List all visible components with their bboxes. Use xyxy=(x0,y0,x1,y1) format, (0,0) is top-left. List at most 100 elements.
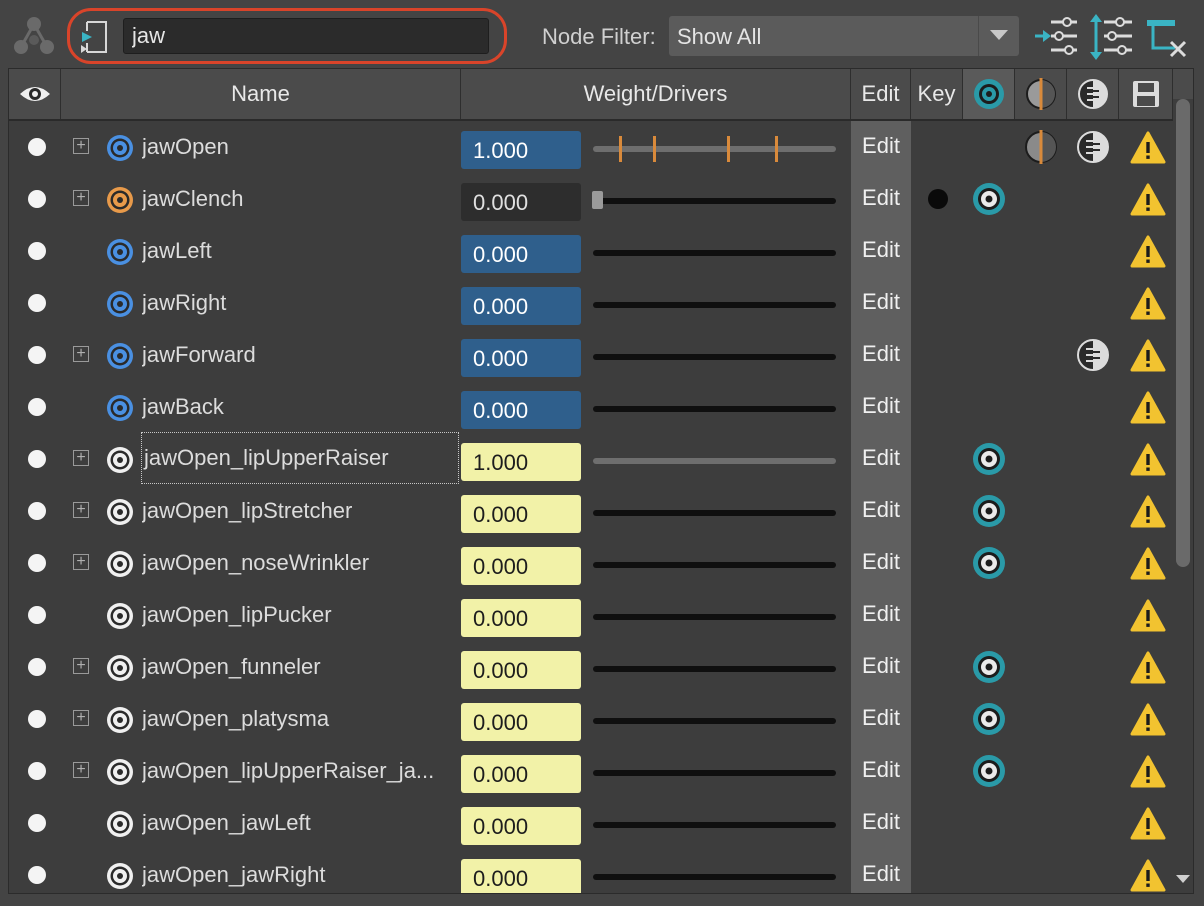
weight-field[interactable]: 0.000 xyxy=(461,495,581,533)
expand-toggle[interactable]: + xyxy=(73,502,89,518)
target-name[interactable]: jawOpen_platysma xyxy=(142,705,458,733)
target-name[interactable]: jawOpen_jawRight xyxy=(142,861,458,889)
weight-slider[interactable] xyxy=(593,458,836,464)
weight-slider[interactable] xyxy=(593,874,836,880)
edit-button[interactable]: Edit xyxy=(851,651,911,681)
visibility-toggle[interactable] xyxy=(28,138,46,156)
weight-field[interactable]: 0.000 xyxy=(461,183,581,221)
table-row[interactable]: + jawOpen_funneler 0.000 Edit xyxy=(9,641,1173,693)
edit-button[interactable]: Edit xyxy=(851,495,911,525)
edit-button[interactable]: Edit xyxy=(851,755,911,785)
driven-target-icon[interactable] xyxy=(972,182,1006,216)
warning-icon[interactable] xyxy=(1130,131,1166,165)
warning-icon[interactable] xyxy=(1130,391,1166,425)
warning-icon[interactable] xyxy=(1130,599,1166,633)
table-row[interactable]: + jawForward 0.000 Edit xyxy=(9,329,1173,381)
target-name[interactable]: jawRight xyxy=(142,289,458,317)
weight-field[interactable]: 1.000 xyxy=(461,443,581,481)
weight-field[interactable]: 1.000 xyxy=(461,131,581,169)
edit-button[interactable]: Edit xyxy=(851,183,911,213)
expand-toggle[interactable]: + xyxy=(73,762,89,778)
driven-target-icon[interactable] xyxy=(972,754,1006,788)
warning-icon[interactable] xyxy=(1130,339,1166,373)
col-name[interactable]: Name xyxy=(61,69,461,119)
driven-target-icon[interactable] xyxy=(972,650,1006,684)
visibility-toggle[interactable] xyxy=(28,346,46,364)
weight-field[interactable]: 0.000 xyxy=(461,391,581,429)
warning-icon[interactable] xyxy=(1130,287,1166,321)
scrollbar[interactable] xyxy=(1173,99,1193,893)
warning-icon[interactable] xyxy=(1130,547,1166,581)
visibility-toggle[interactable] xyxy=(28,242,46,260)
target-name[interactable]: jawOpen_jawLeft xyxy=(142,809,458,837)
key-dot-icon[interactable] xyxy=(927,188,949,210)
weight-slider[interactable] xyxy=(593,562,836,568)
col-weight[interactable]: Weight/Drivers xyxy=(461,69,851,119)
driver-key-tick[interactable] xyxy=(727,136,730,162)
target-name[interactable]: jawLeft xyxy=(142,237,458,265)
visibility-toggle[interactable] xyxy=(28,710,46,728)
col-visibility[interactable] xyxy=(9,69,61,119)
target-name[interactable]: jawOpen_lipUpperRaiser_ja... xyxy=(142,757,458,785)
warning-icon[interactable] xyxy=(1130,703,1166,737)
table-row[interactable]: jawRight 0.000 Edit xyxy=(9,277,1173,329)
edit-button[interactable]: Edit xyxy=(851,287,911,317)
warning-icon[interactable] xyxy=(1130,495,1166,529)
weight-slider[interactable] xyxy=(593,770,836,776)
visibility-toggle[interactable] xyxy=(28,866,46,884)
visibility-toggle[interactable] xyxy=(28,294,46,312)
scrollbar-thumb[interactable] xyxy=(1176,99,1190,567)
table-row[interactable]: + jawOpen_lipStretcher 0.000 Edit xyxy=(9,485,1173,537)
warning-icon[interactable] xyxy=(1130,859,1166,893)
col-driven[interactable] xyxy=(963,69,1015,119)
weight-field[interactable]: 0.000 xyxy=(461,339,581,377)
warning-icon[interactable] xyxy=(1130,651,1166,685)
sort-sliders-button[interactable] xyxy=(1088,14,1134,60)
edit-button[interactable]: Edit xyxy=(851,131,911,161)
target-name[interactable]: jawOpen xyxy=(142,133,458,161)
weight-field[interactable]: 0.000 xyxy=(461,287,581,325)
visibility-toggle[interactable] xyxy=(28,450,46,468)
node-graph-icon[interactable] xyxy=(12,14,56,58)
expand-toggle[interactable]: + xyxy=(73,710,89,726)
target-name[interactable]: jawOpen_funneler xyxy=(142,653,458,681)
weight-slider[interactable] xyxy=(593,250,836,256)
visibility-toggle[interactable] xyxy=(28,658,46,676)
table-row[interactable]: jawOpen_jawRight 0.000 Edit xyxy=(9,849,1173,893)
target-name[interactable]: jawOpen_noseWrinkler xyxy=(142,549,458,577)
weight-slider[interactable] xyxy=(593,614,836,620)
edit-button[interactable]: Edit xyxy=(851,599,911,629)
visibility-toggle[interactable] xyxy=(28,502,46,520)
expand-toggle[interactable]: + xyxy=(73,658,89,674)
driven-target-icon[interactable] xyxy=(972,546,1006,580)
target-name[interactable]: jawForward xyxy=(142,341,458,369)
warning-icon[interactable] xyxy=(1130,235,1166,269)
search-input[interactable] xyxy=(123,18,489,54)
table-row[interactable]: jawLeft 0.000 Edit xyxy=(9,225,1173,277)
weight-slider[interactable] xyxy=(593,354,836,360)
col-edit[interactable]: Edit xyxy=(851,69,911,119)
warning-icon[interactable] xyxy=(1130,755,1166,789)
table-row[interactable]: jawOpen_jawLeft 0.000 Edit xyxy=(9,797,1173,849)
weight-field[interactable]: 0.000 xyxy=(461,651,581,689)
edit-button[interactable]: Edit xyxy=(851,859,911,889)
warning-icon[interactable] xyxy=(1130,443,1166,477)
weight-slider[interactable] xyxy=(593,136,836,162)
weight-field[interactable]: 0.000 xyxy=(461,703,581,741)
target-name[interactable]: jawOpen_lipPucker xyxy=(142,601,458,629)
expand-toggle[interactable]: + xyxy=(73,450,89,466)
target-name[interactable]: jawClench xyxy=(142,185,458,213)
weight-field[interactable]: 0.000 xyxy=(461,235,581,273)
visibility-toggle[interactable] xyxy=(28,554,46,572)
table-row[interactable]: jawOpen_lipPucker 0.000 Edit xyxy=(9,589,1173,641)
driver-key-tick[interactable] xyxy=(775,136,778,162)
weight-slider[interactable] xyxy=(593,302,836,308)
weight-field[interactable]: 0.000 xyxy=(461,807,581,845)
weight-slider[interactable] xyxy=(593,822,836,828)
edit-button[interactable]: Edit xyxy=(851,443,911,473)
visibility-toggle[interactable] xyxy=(28,398,46,416)
driven-target-icon[interactable] xyxy=(972,442,1006,476)
warning-icon[interactable] xyxy=(1130,807,1166,841)
edit-button[interactable]: Edit xyxy=(851,807,911,837)
expand-toggle[interactable]: + xyxy=(73,554,89,570)
